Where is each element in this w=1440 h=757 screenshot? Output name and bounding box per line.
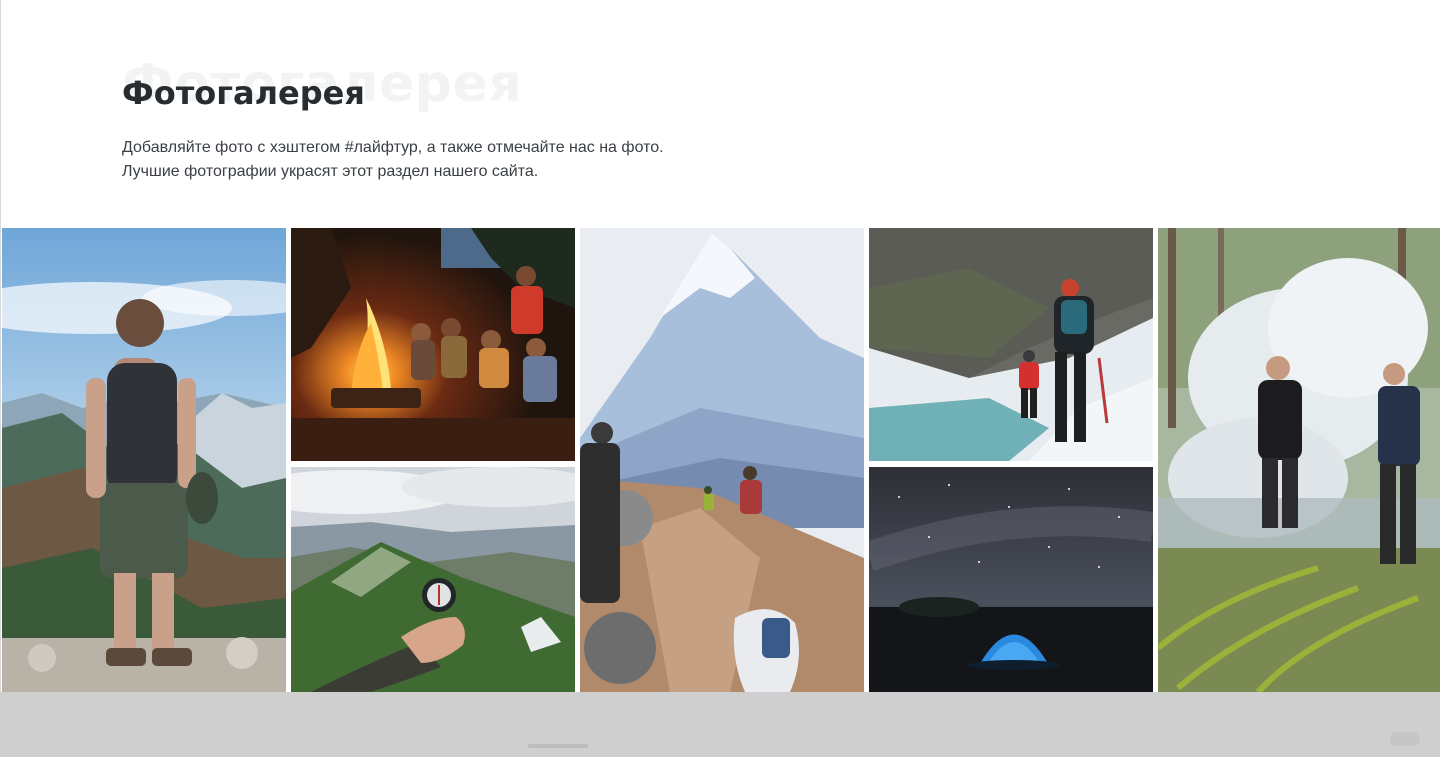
photo-gallery xyxy=(0,228,1440,692)
next-section-banner xyxy=(0,692,1440,757)
photo-tent-night-sky[interactable] xyxy=(869,467,1153,692)
description-line-1: Добавляйте фото с хэштегом #лайфтур, а т… xyxy=(122,139,664,156)
description-line-2: Лучшие фотографии украсят этот раздел на… xyxy=(122,163,539,180)
photo-volcano-trail[interactable] xyxy=(580,228,864,692)
photo-campfire-group[interactable] xyxy=(291,228,575,461)
gallery-description: Добавляйте фото с хэштегом #лайфтур, а т… xyxy=(122,136,664,184)
banner-shape xyxy=(528,744,588,748)
photo-hiker-mountain-view[interactable] xyxy=(2,228,286,692)
photo-men-smoke-forest[interactable] xyxy=(1158,228,1440,692)
photo-compass-in-hand[interactable] xyxy=(291,467,575,692)
photo-snow-canyon-hikers[interactable] xyxy=(869,228,1153,461)
gallery-header: Фотогалерея Фотогалерея Добавляйте фото … xyxy=(122,50,1022,200)
banner-shape-right xyxy=(1390,732,1420,746)
page-title: Фотогалерея xyxy=(122,74,365,112)
